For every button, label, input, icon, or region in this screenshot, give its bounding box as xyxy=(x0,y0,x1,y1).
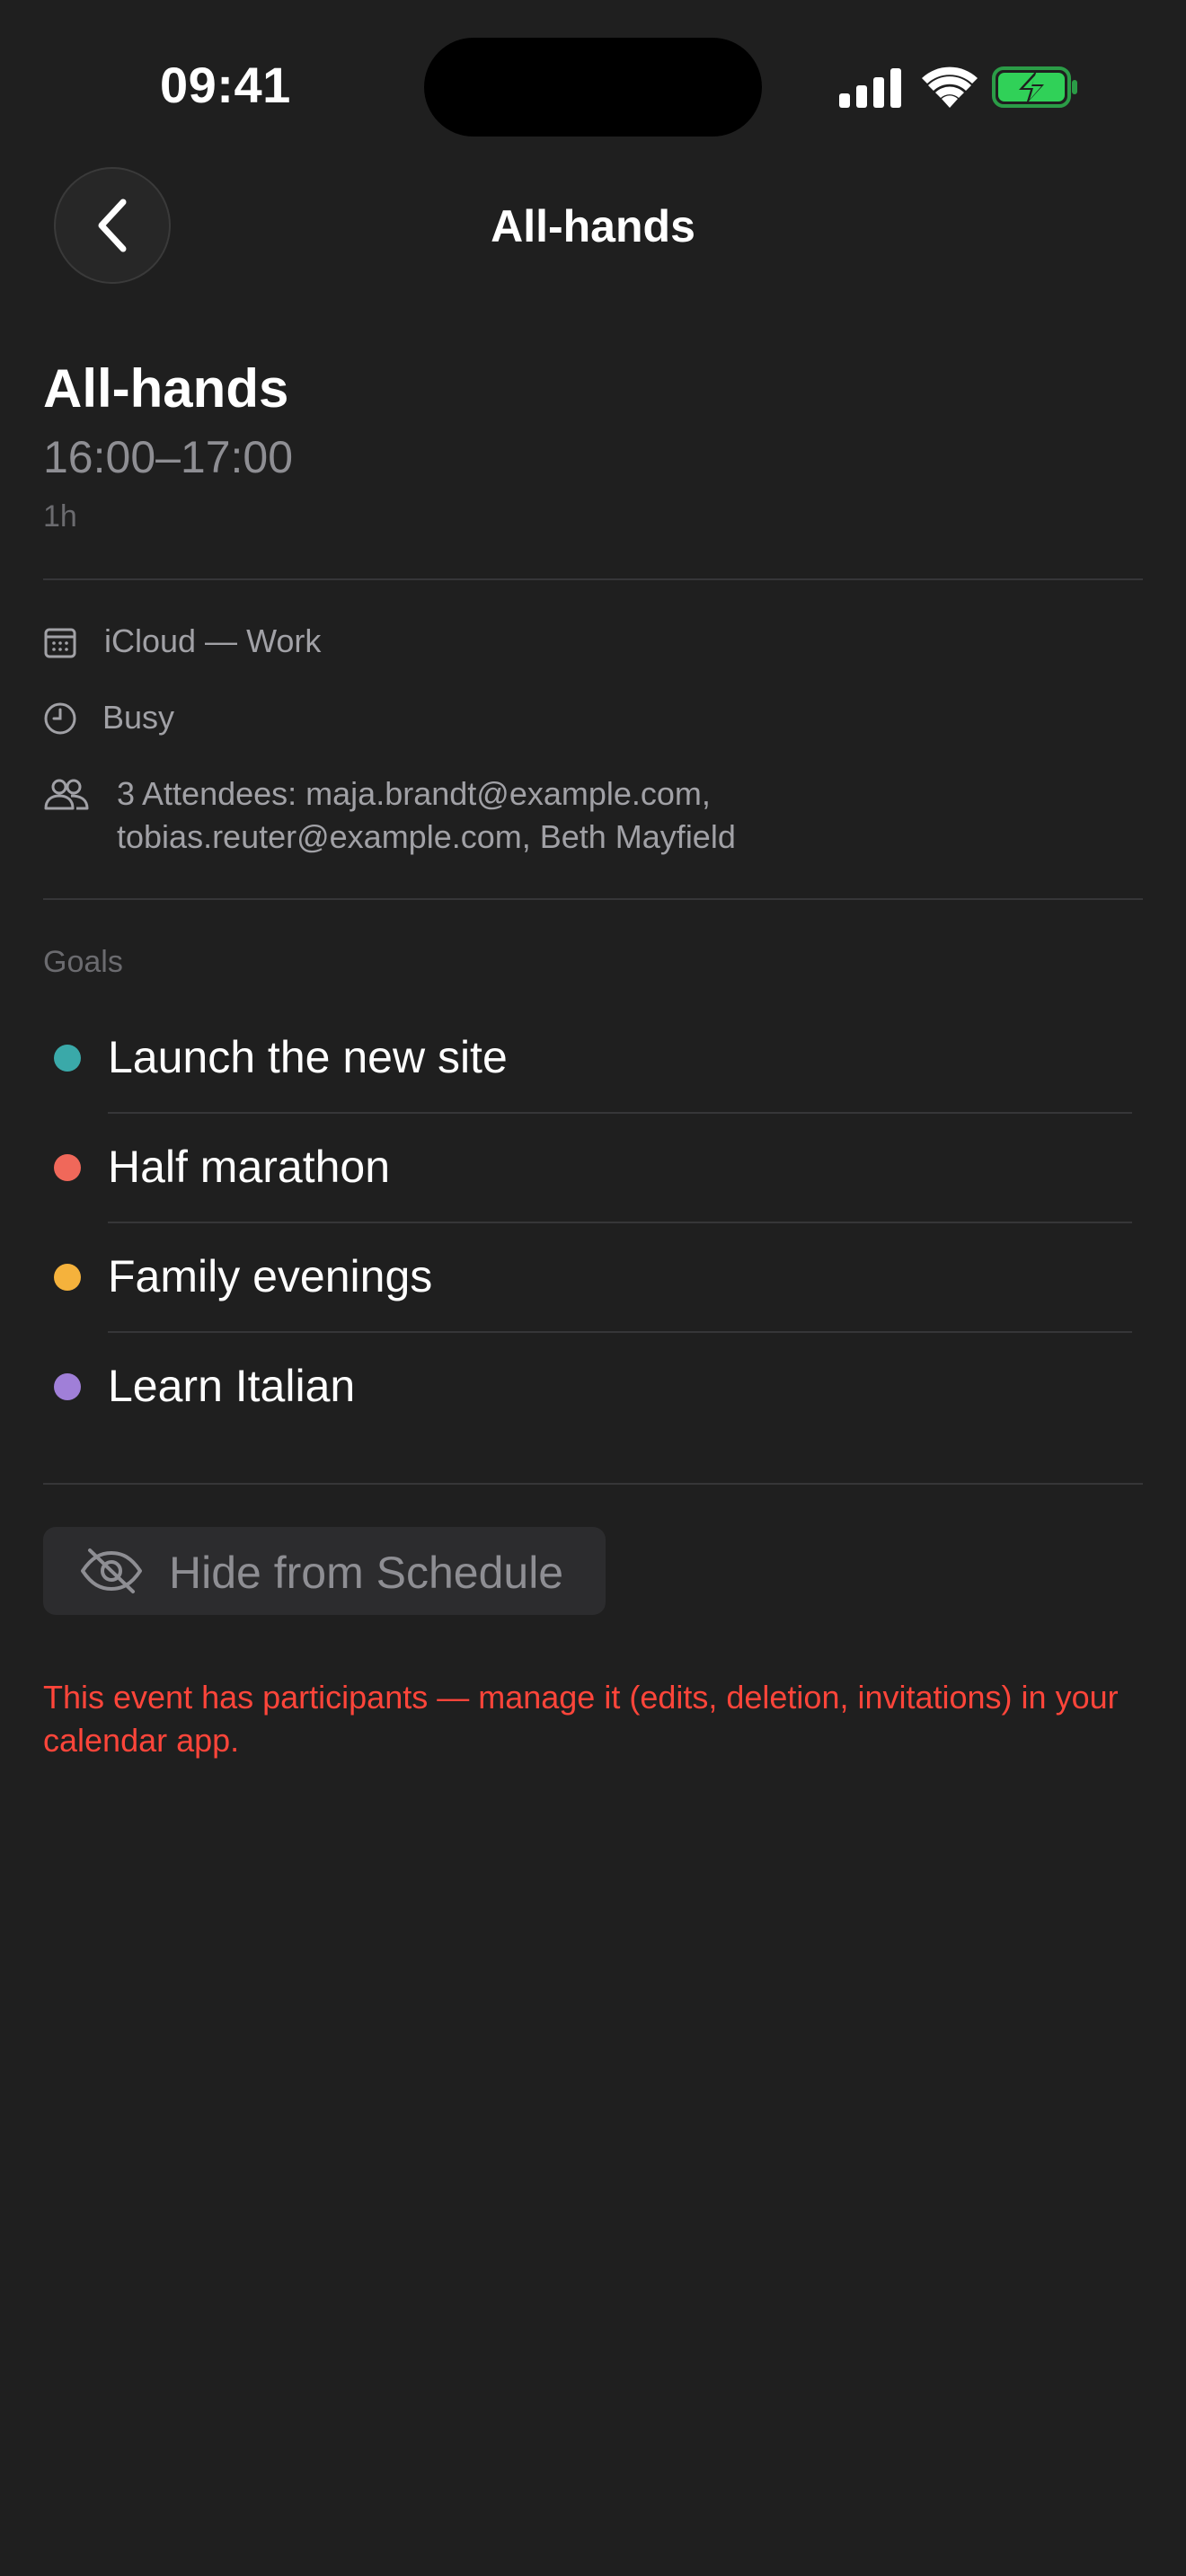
goal-item[interactable]: Launch the new site xyxy=(43,1004,1132,1114)
goal-label: Half marathon xyxy=(108,1142,391,1192)
wifi-icon xyxy=(922,66,978,108)
hide-from-schedule-label: Hide from Schedule xyxy=(169,1548,564,1598)
goal-label: Learn Italian xyxy=(108,1361,356,1411)
status-time: 09:41 xyxy=(160,57,291,113)
attendees-line-2: tobias.reuter@example.com, Beth Mayfield xyxy=(117,818,736,855)
goal-item[interactable]: Learn Italian xyxy=(43,1333,1132,1442)
signal-icon xyxy=(839,68,901,108)
event-title: All-hands xyxy=(43,358,289,419)
people-icon xyxy=(44,779,89,810)
goal-color-dot xyxy=(54,1045,81,1072)
nav-title: All-hands xyxy=(491,201,695,251)
divider xyxy=(43,1483,1143,1485)
availability-status: Busy xyxy=(102,699,175,736)
calendar-row: iCloud — Work xyxy=(43,620,1143,665)
availability-row: Busy xyxy=(43,696,1143,741)
goal-color-dot xyxy=(54,1264,81,1291)
dynamic-island xyxy=(424,38,762,137)
battery-charging-icon xyxy=(992,66,1077,108)
calendar-name: iCloud — Work xyxy=(104,622,322,659)
goal-color-dot xyxy=(54,1373,81,1400)
eye-slash-icon xyxy=(81,1548,142,1593)
goal-color-dot xyxy=(54,1154,81,1181)
attendees-line-1: 3 Attendees: maja.brandt@example.com, xyxy=(117,775,711,812)
goal-label: Family evenings xyxy=(108,1251,433,1301)
participants-warning: This event has participants — manage it … xyxy=(43,1679,1119,1759)
divider xyxy=(43,578,1143,580)
event-time-range: 16:00–17:00 xyxy=(43,432,294,482)
divider xyxy=(43,898,1143,900)
goals-section-label: Goals xyxy=(43,945,123,979)
clock-icon xyxy=(44,702,76,735)
goal-item[interactable]: Family evenings xyxy=(43,1223,1132,1333)
event-duration: 1h xyxy=(43,499,77,534)
calendar-icon xyxy=(44,628,76,658)
hide-from-schedule-button[interactable]: Hide from Schedule xyxy=(43,1527,606,1615)
goal-item[interactable]: Half marathon xyxy=(43,1114,1132,1223)
goal-label: Launch the new site xyxy=(108,1032,508,1082)
attendees-row: 3 Attendees: maja.brandt@example.com, to… xyxy=(43,772,1143,862)
